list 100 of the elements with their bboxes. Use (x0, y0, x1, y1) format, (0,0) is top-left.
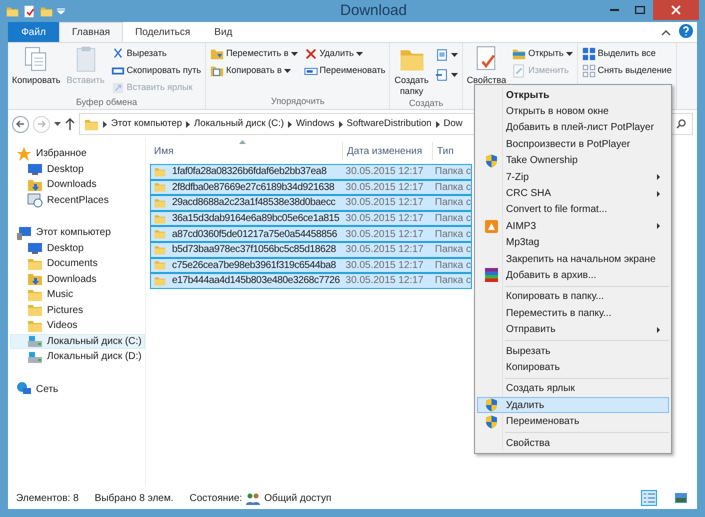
menu-item[interactable]: Воспроизвести в PotPlayer (477, 136, 669, 153)
ribbon-button[interactable]: Переименовать (302, 62, 388, 79)
menu-item[interactable]: Копировать (477, 359, 669, 376)
breadcrumb[interactable]: Локальный диск (C:) (194, 116, 284, 132)
search-icon[interactable] (676, 119, 686, 129)
menu-item[interactable]: Создать ярлык (477, 380, 669, 398)
file-row[interactable]: 2f8dfba0e87669e27c6189b34d921638 30.05.2015 12:17 Папка с (150, 180, 472, 196)
new-item-icon (434, 48, 449, 62)
list-icon (644, 493, 654, 503)
collapse-icon[interactable] (661, 29, 671, 36)
up-arrow-icon[interactable] (65, 118, 75, 130)
menu-item[interactable]: Переименовать (477, 413, 669, 430)
menu-item[interactable]: Закрепить на начальном экране (477, 250, 669, 268)
ribbon-button[interactable]: Копировать в (208, 62, 300, 79)
state-value: Общий доступ (264, 492, 332, 506)
properties-icon[interactable] (23, 4, 36, 18)
maximize-icon (635, 6, 645, 14)
breadcrumb[interactable]: Этот компьютер (111, 116, 182, 132)
menu-item[interactable]: Переместить в папку... (477, 305, 669, 322)
menu-item[interactable]: 7-Zip (477, 168, 669, 186)
caret-icon (290, 52, 298, 56)
ribbon-tab[interactable]: Главная (59, 22, 124, 42)
minimize-icon (610, 9, 618, 11)
column-header[interactable]: Тип (432, 142, 472, 160)
submenu-arrow-icon (657, 190, 660, 197)
back-button[interactable] (12, 116, 29, 132)
ribbon-button[interactable]: Вырезать (108, 45, 204, 62)
file-row[interactable]: c75e26cea7be98eb3961f319c6544ba8 30.05.2015 12:17 Папка с (150, 258, 472, 274)
menu-item[interactable]: CRC SHA (477, 185, 669, 202)
download-folder-icon (27, 271, 43, 288)
menu-item[interactable]: Свойства (477, 434, 669, 452)
file-name: 1faf0fa28a08326b6fdaf6eb2bb37ea8 (172, 165, 326, 180)
breadcrumb[interactable]: Dow (444, 116, 463, 132)
nav-item[interactable]: Videos (10, 318, 145, 334)
ribbon-tab[interactable]: Вид (202, 22, 244, 42)
nav-item[interactable]: RecentPlaces (10, 192, 145, 208)
group-label: Буфер обмена (74, 96, 138, 109)
type-cell-text: Папка с (434, 212, 471, 226)
ribbon-button[interactable]: Скопировать путь (108, 62, 204, 79)
menu-item[interactable]: Вырезать (477, 342, 669, 360)
nav-item[interactable]: Downloads (10, 177, 145, 192)
player-icon (484, 220, 498, 233)
menu-item[interactable]: Отправить (477, 321, 669, 338)
ribbon-button[interactable]: Копировать (10, 45, 62, 86)
ribbon-tab[interactable]: Поделиться (123, 22, 202, 42)
ribbon-button[interactable]: Удалить (302, 45, 388, 62)
file-row[interactable]: b5d73baa978ec37f1056bc5c85d18628 30.05.2015 12:17 Папка с (150, 242, 472, 258)
column-header[interactable]: Имя (150, 142, 342, 160)
file-row[interactable]: a87cd0360f5de01217a75e0a54458856 30.05.2015 12:17 Папка с (150, 226, 472, 242)
column-header[interactable]: Дата изменения (342, 142, 432, 160)
menu-item[interactable]: Convert to file format... (477, 202, 669, 218)
close-button[interactable] (653, 0, 699, 20)
menu-item[interactable]: Take Ownership (477, 152, 669, 169)
folder-open-icon (512, 46, 526, 60)
file-row[interactable]: 36a15d3dab9164e6a89bc05e6ce1a815 30.05.2015 12:17 Папка с (150, 210, 472, 226)
type-cell-text: Папка с (434, 180, 471, 195)
ribbon-tab[interactable]: Файл (8, 22, 59, 42)
caret-icon[interactable] (54, 122, 61, 126)
nav-item[interactable]: Downloads (10, 272, 145, 287)
nav-label: RecentPlaces (47, 194, 109, 208)
nav-item[interactable]: Pictures (10, 302, 145, 318)
sort-arrow-icon (239, 140, 246, 144)
file-name: 29acd8688a2c23a1f48538e38d0baecc (172, 196, 336, 210)
menu-item[interactable]: Копировать в папку... (477, 288, 669, 306)
folder-icon (154, 274, 166, 287)
nav-item[interactable]: Documents (10, 256, 145, 272)
breadcrumb[interactable]: Windows (296, 116, 334, 132)
nav-item[interactable]: Desktop (10, 240, 145, 256)
nav-item[interactable]: Избранное (10, 146, 145, 162)
file-row[interactable]: e17b444aa4d145b803e480e3268c7726 30.05.2015 12:17 Папка с (150, 273, 472, 289)
grid-icon (582, 46, 596, 60)
nav-item[interactable]: Этот компьютер (10, 225, 145, 240)
shortcut-icon (110, 80, 125, 94)
nav-item[interactable]: Локальный диск (C:) (10, 334, 145, 349)
breadcrumb[interactable]: SoftwareDistribution (346, 116, 432, 132)
nav-item[interactable]: Desktop (10, 162, 145, 177)
help-icon[interactable] (679, 24, 693, 38)
menu-item[interactable]: AIMP3 (477, 218, 669, 235)
type-cell-text: Папка с (434, 243, 471, 258)
details-view-button[interactable] (641, 490, 657, 506)
ribbon-button[interactable]: Переместить в (208, 45, 300, 62)
tiles-view-button[interactable] (673, 490, 689, 506)
file-name: b5d73baa978ec37f1056bc5c85d18628 (172, 243, 336, 258)
ribbon-button[interactable]: Открыть (510, 45, 575, 62)
nav-label: Videos (47, 319, 78, 334)
close-icon (671, 5, 681, 15)
ribbon-button[interactable]: Создать папку (392, 45, 431, 97)
back-arrow-icon (16, 120, 25, 128)
nav-label: Desktop (47, 162, 84, 177)
file-row[interactable]: 29acd8688a2c23a1f48538e38d0baecc 30.05.2015 12:17 Папка с (150, 195, 472, 211)
nav-item[interactable]: Локальный диск (D:) (10, 349, 145, 364)
nav-item[interactable]: Music (10, 287, 145, 302)
ribbon-button[interactable]: Снять выделение (580, 62, 674, 79)
menu-item[interactable]: Удалить (477, 397, 669, 414)
file-row[interactable]: 1faf0fa28a08326b6fdaf6eb2bb37ea8 30.05.2015 12:17 Папка с (150, 164, 472, 180)
menu-item[interactable]: Добавить в архив... (477, 267, 669, 284)
menu-item[interactable]: Mp3tag (477, 234, 669, 251)
ribbon-button[interactable]: Выделить все (580, 45, 674, 62)
nav-item[interactable]: Сеть (10, 382, 145, 397)
menu-item[interactable]: Открыть (477, 87, 669, 104)
